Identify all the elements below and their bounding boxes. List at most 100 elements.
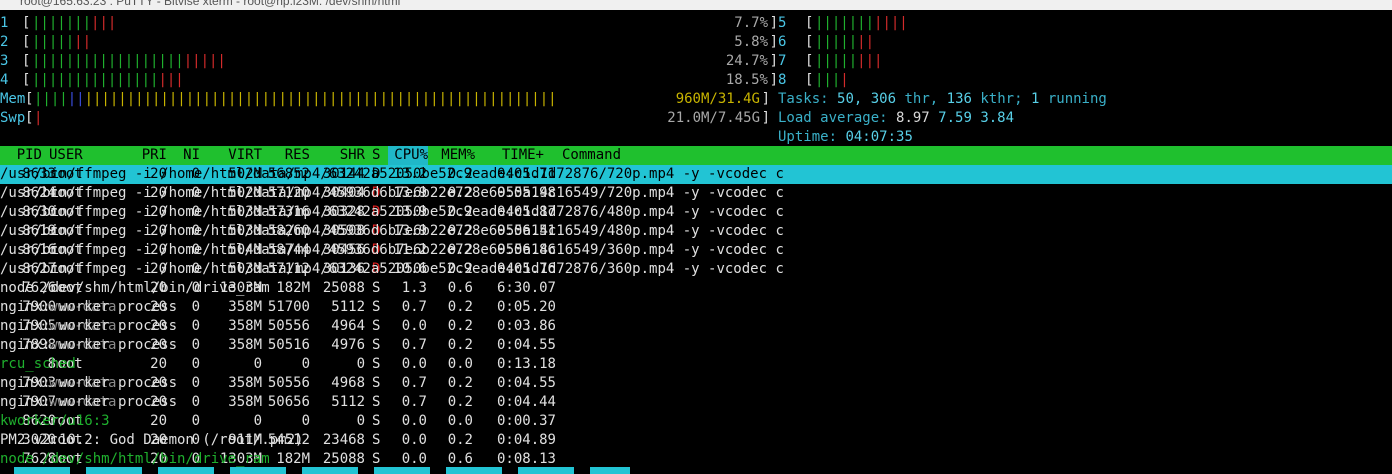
col-cpu-sorted[interactable]: CPU% xyxy=(388,146,428,165)
cell-time: 0:00.37 xyxy=(496,413,556,429)
cpu-usage-bar: |||||||| xyxy=(815,53,883,69)
process-row[interactable]: 7907 www-data 20 0 358M 50656 5112 S 0.7 0.2 0:04.… xyxy=(0,393,1392,412)
fkey-8[interactable] xyxy=(518,467,574,474)
fkey-6[interactable] xyxy=(374,467,430,474)
process-row[interactable]: 8630 root 20 0 503M 57316 30328 D 13.9 0.2 0:05.87… xyxy=(0,203,1392,222)
process-row-selected[interactable]: 8633 root 20 0 502M 56852 30144 D 13.2 0.2 0:05.71… xyxy=(0,165,1392,184)
cpu-meter: 2 [||||||| 5.8%] xyxy=(0,33,778,52)
function-key-bar xyxy=(0,467,1392,474)
swap-meter-label: Swp xyxy=(0,110,26,126)
process-row[interactable]: 7626 root 20 0 1303M 182M 25088 S 1.3 0.6 6:30.07 n… xyxy=(0,279,1392,298)
meter-bracket-left: [ xyxy=(805,15,814,31)
col-ni[interactable]: NI xyxy=(180,146,200,165)
meter-bracket-left: [ xyxy=(25,110,34,126)
cpu-usage-bar: |||||||||||||||||| xyxy=(32,72,184,88)
cell-virt: 0 xyxy=(253,356,262,372)
cell-command: kworker/u16:3 xyxy=(0,413,110,429)
cell-command: nginx: worker process xyxy=(0,337,178,353)
cell-shr: 4976 xyxy=(331,337,365,353)
cell-mem: 0.0 xyxy=(447,356,473,372)
fkey-4[interactable] xyxy=(230,467,286,474)
cpu-usage-bar: ||||||||||||||||||||||| xyxy=(32,53,226,69)
col-virt[interactable]: VIRT xyxy=(210,146,262,165)
process-row[interactable]: 3020 root 20 0 911M 54512 23468 S 0.0 0.2 0:04.89 P… xyxy=(0,431,1392,450)
swap-usage-bar: | xyxy=(34,110,43,126)
cell-virt: 358M xyxy=(228,375,262,391)
col-pid[interactable]: PID xyxy=(0,146,42,165)
cpu-meter: 8 [|||| xyxy=(778,71,1078,90)
process-row[interactable]: 7905 www-data 20 0 358M 50556 4964 S 0.0 0.2 0:03.… xyxy=(0,317,1392,336)
cell-mem: 0.2 xyxy=(447,394,473,410)
col-command[interactable]: Command xyxy=(562,146,621,165)
cell-s: S xyxy=(372,413,381,429)
cell-virt: 358M xyxy=(228,299,262,315)
cell-shr: 25088 xyxy=(322,280,365,296)
cell-ni: 0 xyxy=(191,356,200,372)
cell-s: S xyxy=(372,356,381,372)
col-mem[interactable]: MEM% xyxy=(435,146,475,165)
cell-ni: 0 xyxy=(191,394,200,410)
cell-res: 50556 xyxy=(267,375,310,391)
cell-cpu: 0.7 xyxy=(401,394,427,410)
fkey-2[interactable] xyxy=(86,467,142,474)
col-res[interactable]: RES xyxy=(266,146,310,165)
cell-cpu: 0.7 xyxy=(401,299,427,315)
fkey-7[interactable] xyxy=(446,467,502,474)
meter-bracket-right: ] xyxy=(769,53,778,69)
cpu-usage-bar: |||| xyxy=(815,72,849,88)
cpu-meter-label: 6 xyxy=(778,34,787,50)
cell-time: 0:05.20 xyxy=(496,299,556,315)
process-row[interactable]: 7900 www-data 20 0 358M 51700 5112 S 0.7 0.2 0:05.… xyxy=(0,298,1392,317)
meter-bracket-right: ] xyxy=(769,72,778,88)
cell-mem: 0.2 xyxy=(447,299,473,315)
col-user[interactable]: USER xyxy=(49,146,83,165)
cell-mem: 0.2 xyxy=(447,375,473,391)
col-time[interactable]: TIME+ xyxy=(480,146,544,165)
col-shr[interactable]: SHR xyxy=(314,146,365,165)
cell-s: S xyxy=(372,432,381,448)
fkey-1[interactable] xyxy=(14,467,70,474)
cell-time: 0:04.44 xyxy=(496,394,556,410)
cell-time: 0:04.55 xyxy=(496,375,556,391)
cell-res: 51700 xyxy=(267,299,310,315)
window-title-bar: root@165.63.23 : PuTTY - Bitvise xterm -… xyxy=(0,0,1392,10)
cell-cpu: 0.7 xyxy=(401,337,427,353)
fkey-9[interactable] xyxy=(590,467,630,474)
cpu-meter: 7 [|||||||| xyxy=(778,52,1078,71)
process-row[interactable]: 8627 root 20 0 503M 57112 30136 D 10.6 0.2 0:05.76… xyxy=(0,260,1392,279)
meter-bracket-left: [ xyxy=(805,34,814,50)
cpu-usage-bar: |||||||||| xyxy=(32,15,117,31)
cell-virt: 0 xyxy=(253,413,262,429)
cpu-meter-label: 2 xyxy=(0,34,9,50)
cell-cpu: 0.7 xyxy=(401,375,427,391)
cpu-usage-bar: ||||||| xyxy=(815,34,875,50)
meter-bracket-left: [ xyxy=(25,91,34,107)
cpu-meter: 3 [||||||||||||||||||||||| 24.7%] xyxy=(0,52,778,71)
cell-res: 0 xyxy=(301,413,310,429)
cpu-meter-label: 8 xyxy=(778,72,787,88)
cell-ni: 0 xyxy=(191,299,200,315)
process-row[interactable]: 8616 root 20 0 504M 58744 30456 D 11.2 0.2 0:06.86… xyxy=(0,241,1392,260)
swap-meter: Swp[| 21.0M/7.45G] xyxy=(0,109,770,128)
process-row[interactable]: 8624 root 20 0 502M 57120 30404 D 13.9 0.2 0:05.98… xyxy=(0,184,1392,203)
fkey-3[interactable] xyxy=(158,467,214,474)
process-row[interactable]: 8 root 20 0 0 0 0 S 0.0 0.0 0:13.18 rcu_sched xyxy=(0,355,1392,374)
cell-res: 182M xyxy=(276,280,310,296)
cell-command: nginx: worker process xyxy=(0,318,178,334)
cell-cpu: 0.0 xyxy=(401,356,427,372)
cpu-meter-value: 5.8% xyxy=(734,34,768,50)
cpu-meter-label: 7 xyxy=(778,53,787,69)
col-pri[interactable]: PRI xyxy=(139,146,167,165)
process-row[interactable]: 7898 www-data 20 0 358M 50516 4976 S 0.7 0.2 0:04.… xyxy=(0,336,1392,355)
col-state[interactable]: S xyxy=(372,146,380,165)
cell-res: 50556 xyxy=(267,318,310,334)
fkey-5[interactable] xyxy=(302,467,358,474)
window-title: root@165.63.23 : PuTTY - Bitvise xterm -… xyxy=(20,0,401,8)
cell-command: nginx: worker process xyxy=(0,299,178,315)
process-row[interactable]: 7903 www-data 20 0 358M 50556 4968 S 0.7 0.2 0:04.… xyxy=(0,374,1392,393)
process-row[interactable]: 8620 root 20 0 0 0 0 S 0.0 0.0 0:00.37 kworker/u16:… xyxy=(0,412,1392,431)
cpu-meter: 1 [|||||||||| 7.7%] xyxy=(0,14,778,33)
cell-ni: 0 xyxy=(191,318,200,334)
process-row[interactable]: 8619 root 20 0 503M 58260 30508 D 13.9 0.2 0:06.51… xyxy=(0,222,1392,241)
cell-shr: 0 xyxy=(356,356,365,372)
